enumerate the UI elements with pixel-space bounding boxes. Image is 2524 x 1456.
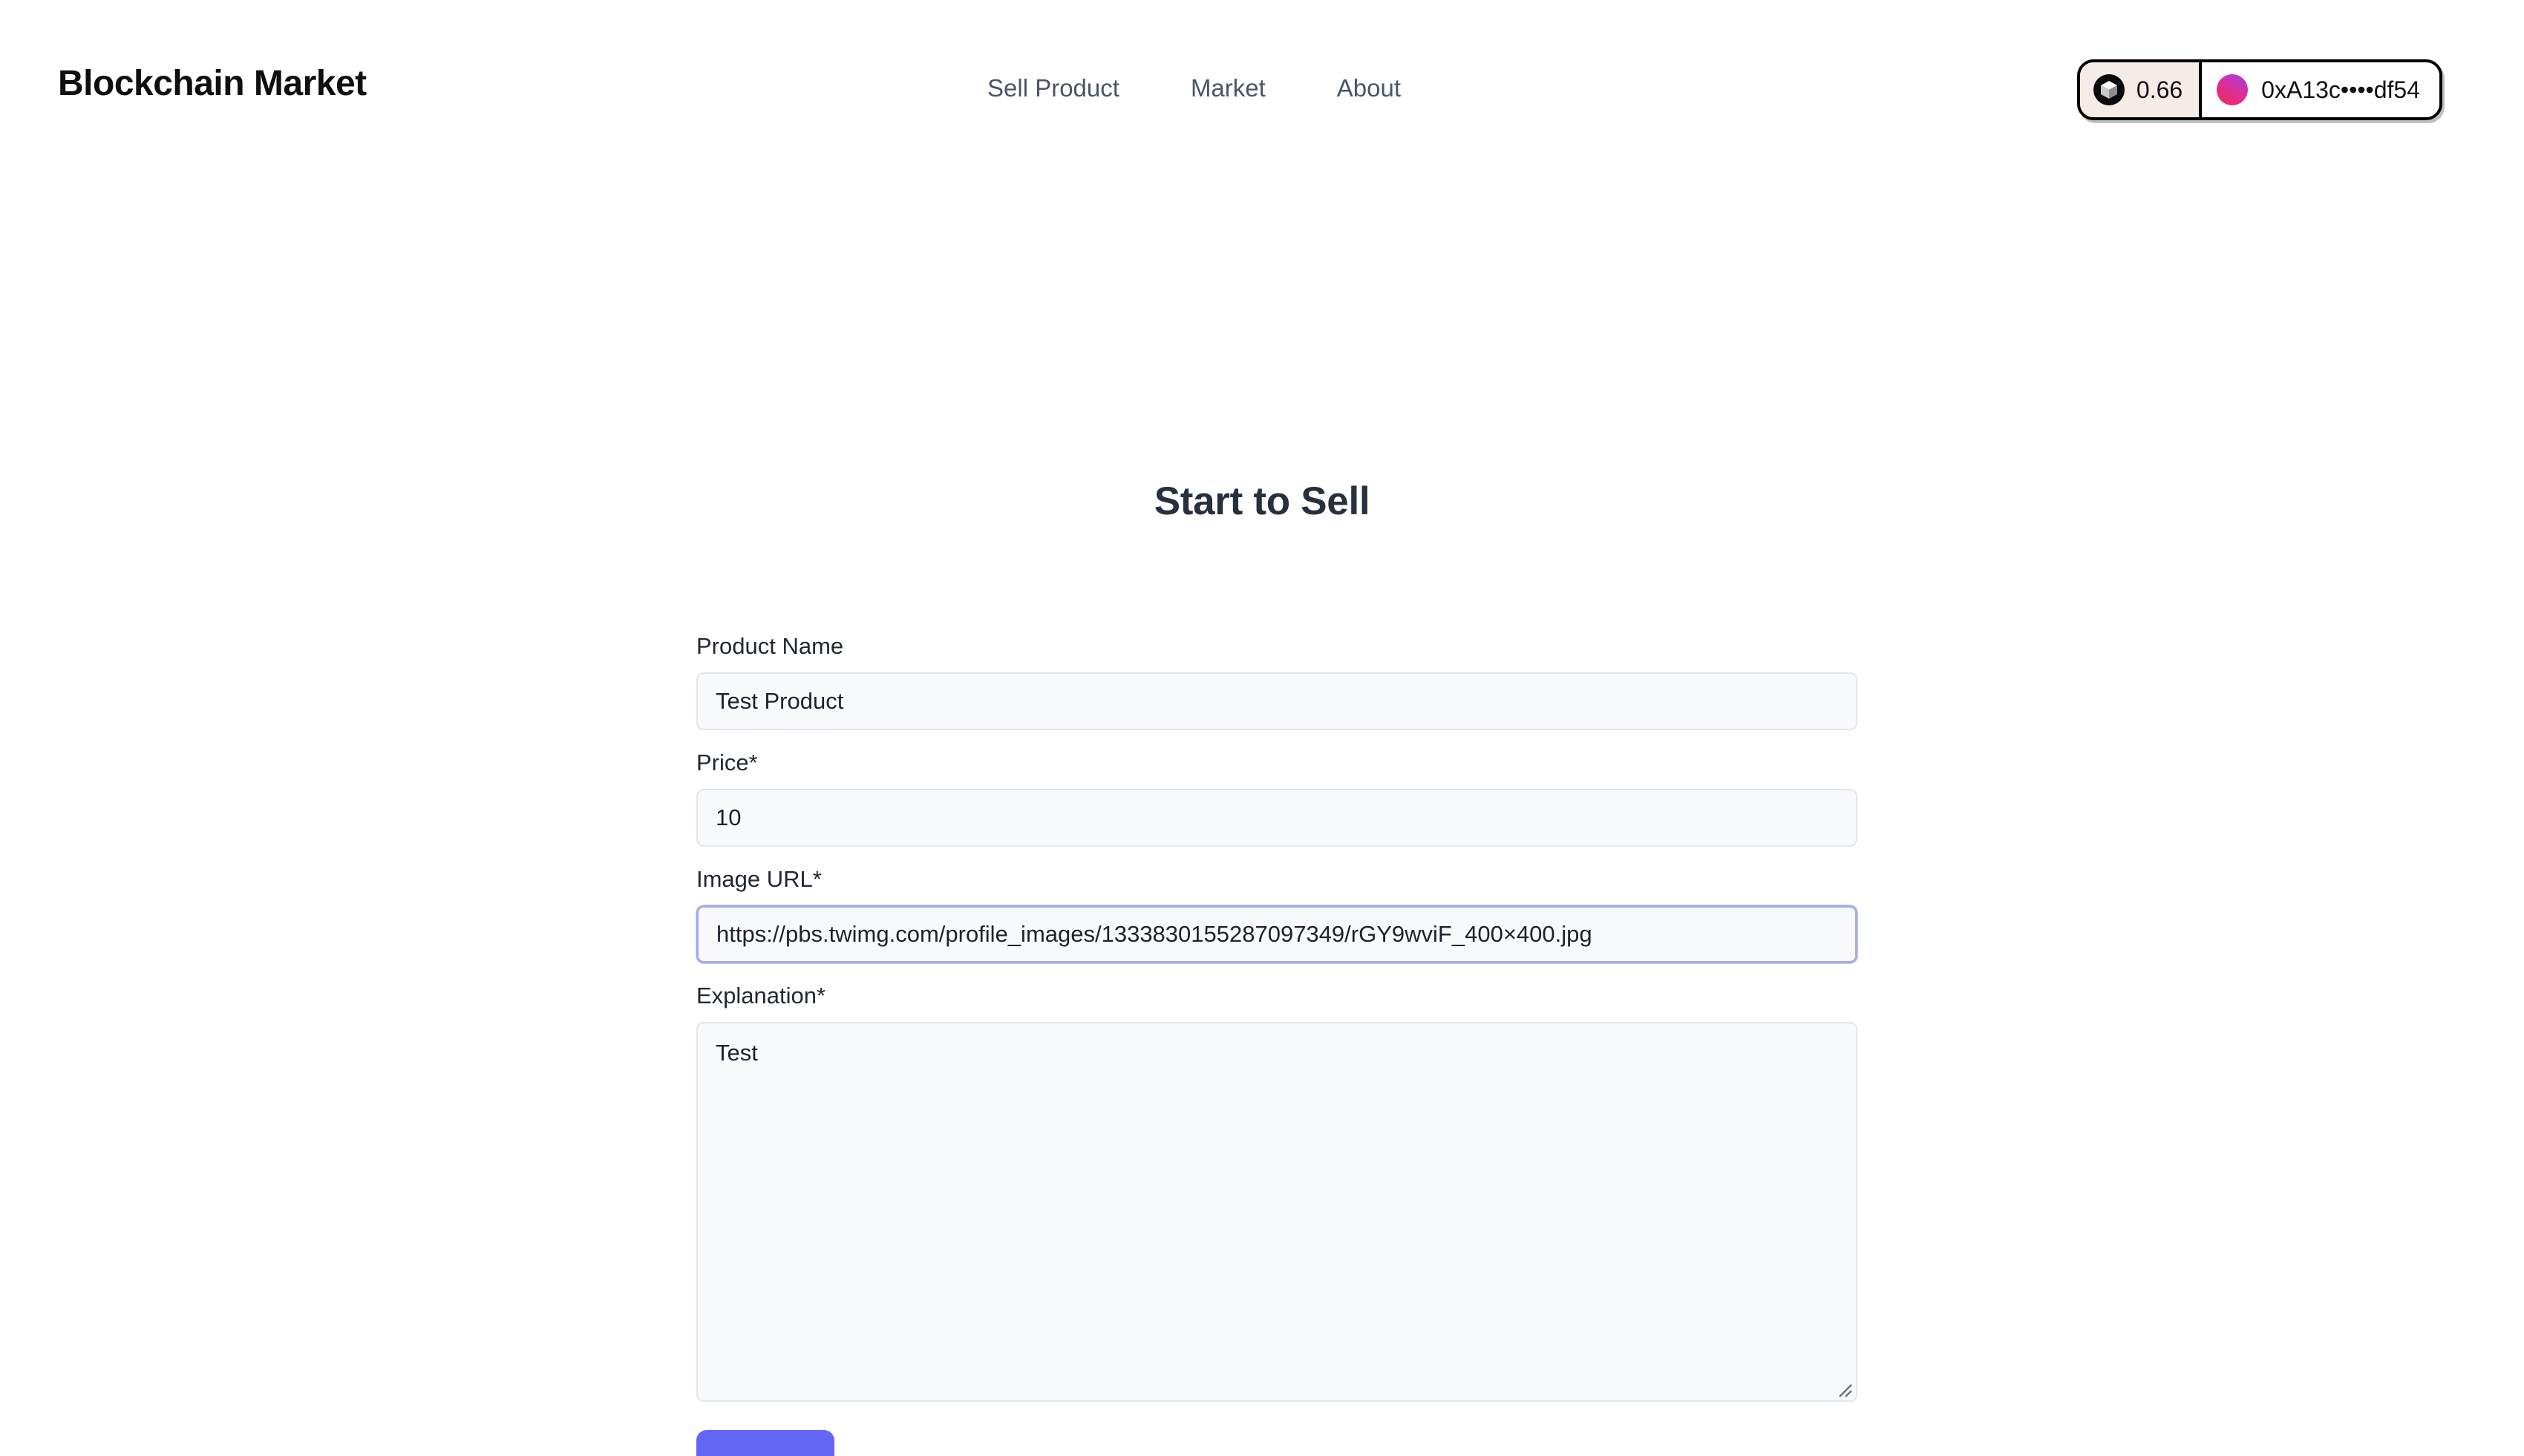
image-url-input[interactable] [696, 905, 1857, 963]
wallet-widget[interactable]: 0.66 0xA13c••••df54 [2076, 59, 2442, 120]
wallet-balance-value: 0.66 [2136, 76, 2183, 103]
price-label: Price* [696, 750, 758, 775]
sell-product-form: Product Name Price* Image URL* Explanati… [696, 634, 1857, 1456]
main-navigation: Sell Product Market About [987, 74, 1401, 102]
wallet-account-section[interactable]: 0xA13c••••df54 [2202, 62, 2439, 117]
brand-logo[interactable]: Blockchain Market [58, 63, 367, 104]
price-input[interactable] [696, 789, 1857, 847]
sell-button[interactable]: Sell [696, 1430, 834, 1456]
nav-link-market[interactable]: Market [1191, 74, 1266, 102]
page-title: Start to Sell [1154, 479, 1370, 523]
field-explanation: Explanation* [696, 984, 1857, 1402]
site-header: Blockchain Market Sell Product Market Ab… [0, 0, 2524, 130]
nav-link-sell-product[interactable]: Sell Product [987, 74, 1119, 102]
explanation-label: Explanation* [696, 983, 826, 1009]
field-product-name: Product Name [696, 634, 1857, 730]
form-footer: Sell *Required [696, 1430, 1857, 1456]
avatar [2217, 74, 2249, 105]
field-image-url: Image URL* [696, 868, 1857, 963]
product-name-label: Product Name [696, 633, 844, 659]
product-name-input[interactable] [696, 672, 1857, 730]
cube-icon [2093, 74, 2125, 105]
image-url-label: Image URL* [696, 866, 822, 892]
wallet-address: 0xA13c••••df54 [2261, 76, 2420, 103]
explanation-textarea[interactable] [696, 1022, 1857, 1402]
field-price: Price* [696, 751, 1857, 847]
nav-link-about[interactable]: About [1337, 74, 1401, 102]
wallet-balance-section[interactable]: 0.66 [2079, 62, 2203, 117]
explanation-textarea-wrapper [696, 1022, 1857, 1402]
